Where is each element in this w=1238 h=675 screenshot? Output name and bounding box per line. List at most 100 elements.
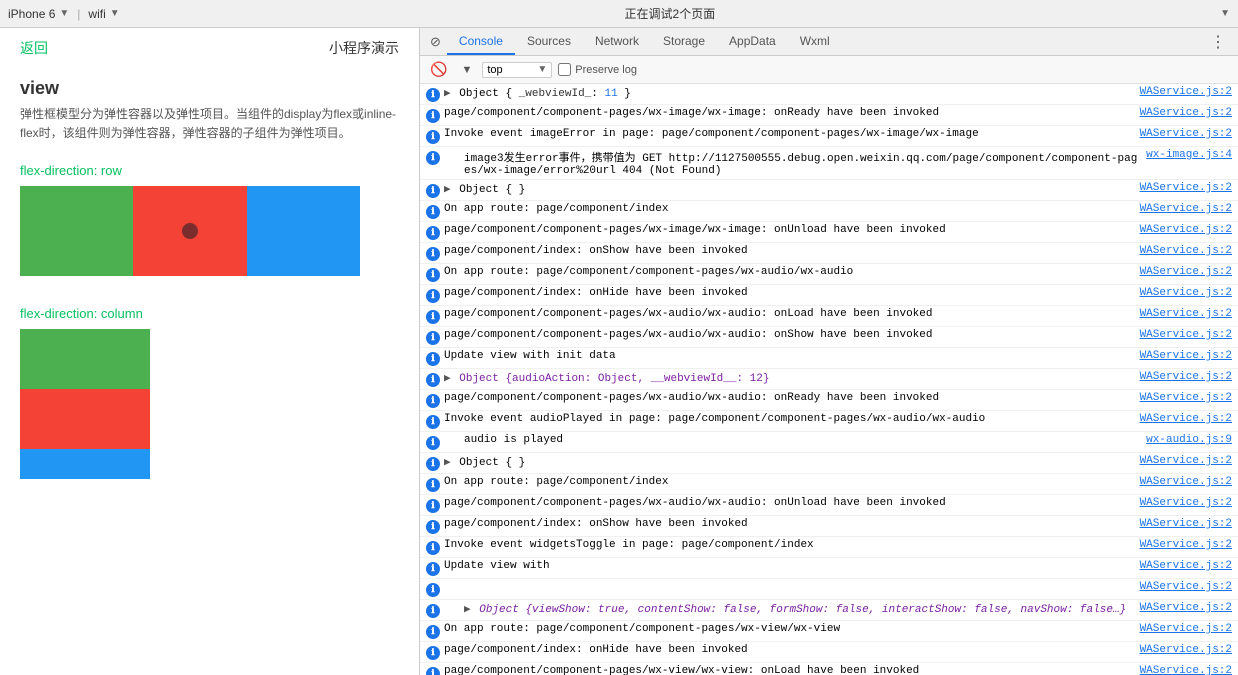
log-source-link[interactable]: WAService.js:2 (1140, 308, 1232, 320)
log-info-icon: ℹ (426, 436, 440, 450)
network-chevron[interactable]: ▼ (110, 8, 120, 19)
top-bar: iPhone 6 ▼ | wifi ▼ 正在调试2个页面 ▼ (0, 0, 1238, 28)
tab-network[interactable]: Network (583, 28, 651, 55)
log-text: audio is played (464, 434, 563, 446)
log-source-link[interactable]: WAService.js:2 (1140, 602, 1232, 614)
nav-title: 小程序演示 (329, 38, 399, 58)
log-text: Update view with (444, 560, 550, 572)
log-content: Invoke event audioPlayed in page: page/c… (444, 413, 1132, 425)
log-source-link[interactable]: WAService.js:2 (1140, 107, 1232, 119)
preserve-log-checkbox[interactable] (558, 63, 571, 76)
more-tabs-button[interactable]: ⋮ (1202, 32, 1234, 52)
log-text: page/component/index: onShow have been i… (444, 245, 748, 257)
log-content: Update view with (444, 560, 1132, 572)
expand-arrow-icon[interactable]: ▶ (444, 373, 457, 385)
log-content: Invoke event imageError in page: page/co… (444, 128, 1132, 140)
log-source-link[interactable]: WAService.js:2 (1140, 350, 1232, 362)
log-content: page/component/component-pages/wx-view/w… (444, 665, 1132, 675)
log-entry: ℹOn app route: page/component/component-… (420, 621, 1238, 642)
log-content: Invoke event widgetsToggle in page: page… (444, 539, 1132, 551)
log-source-link[interactable]: WAService.js:2 (1140, 497, 1232, 509)
log-content: ▶ Object {audioAction: Object, __webview… (444, 371, 1132, 385)
log-source-link[interactable]: WAService.js:2 (1140, 539, 1232, 551)
log-entry: ℹpage/component/index: onShow have been … (420, 516, 1238, 537)
log-source-link[interactable]: WAService.js:2 (1140, 245, 1232, 257)
log-source-link[interactable]: WAService.js:2 (1140, 455, 1232, 467)
log-text: On app route: page/component/index (444, 476, 668, 488)
log-content: Update view with init data (444, 350, 1132, 362)
tab-wxml[interactable]: Wxml (788, 28, 842, 55)
tab-appdata[interactable]: AppData (717, 28, 788, 55)
flex-col-blue (20, 449, 150, 479)
log-entry: ℹ audio is played wx-audio.js:9 (420, 432, 1238, 453)
console-toolbar: 🚫 ▼ ▼ Preserve log (420, 56, 1238, 84)
log-source-link[interactable]: WAService.js:2 (1140, 266, 1232, 278)
filter-input[interactable] (487, 64, 537, 76)
flex-box-green (20, 186, 133, 276)
log-info-icon: ℹ (426, 247, 440, 261)
log-entry: ℹpage/component/component-pages/wx-audio… (420, 495, 1238, 516)
log-text: On app route: page/component/component-p… (444, 266, 853, 278)
log-source-link[interactable]: WAService.js:2 (1140, 644, 1232, 656)
log-source-link[interactable]: WAService.js:2 (1140, 518, 1232, 530)
circle-dot (182, 223, 198, 239)
status-chevron[interactable]: ▼ (1220, 8, 1230, 19)
log-text: Update view with init data (444, 350, 616, 362)
log-source-link[interactable]: wx-image.js:4 (1146, 149, 1232, 161)
flex-col-green (20, 329, 150, 389)
log-entry: ℹOn app route: page/component/component-… (420, 264, 1238, 285)
main-layout: 返回 小程序演示 view 弹性框模型分为弹性容器以及弹性项目。当组件的disp… (0, 28, 1238, 675)
log-source-link[interactable]: WAService.js:2 (1140, 560, 1232, 572)
log-source-link[interactable]: WAService.js:2 (1140, 476, 1232, 488)
log-source-link[interactable]: WAService.js:2 (1140, 371, 1232, 383)
filter-dropdown-arrow[interactable]: ▼ (537, 64, 547, 75)
log-source-link[interactable]: WAService.js:2 (1140, 86, 1232, 98)
log-entry: ℹ page/component/index: onShow have been … (420, 243, 1238, 264)
filter-icon[interactable]: ▼ (457, 62, 476, 78)
log-source-link[interactable]: WAService.js:2 (1140, 665, 1232, 675)
flex-row-demo (20, 186, 360, 276)
tab-console[interactable]: Console (447, 28, 515, 55)
log-content: ▶ Object {viewShow: true, contentShow: f… (444, 602, 1132, 616)
block-icon[interactable]: 🚫 (426, 59, 451, 80)
log-entry: ℹpage/component/component-pages/wx-image… (420, 105, 1238, 126)
log-entry: ℹOn app route: page/component/indexWASer… (420, 201, 1238, 222)
log-source-link[interactable]: WAService.js:2 (1140, 287, 1232, 299)
nav-back[interactable]: 返回 (20, 38, 48, 58)
tab-sources[interactable]: Sources (515, 28, 583, 55)
log-source-link[interactable]: WAService.js:2 (1140, 413, 1232, 425)
log-info-icon: ℹ (426, 184, 440, 198)
log-entry: ℹUpdate view with init dataWAService.js:… (420, 348, 1238, 369)
log-text: Object { _webviewId_: 11 } (459, 88, 631, 100)
log-entry: ℹpage/component/component-pages/wx-audio… (420, 306, 1238, 327)
log-source-link[interactable]: WAService.js:2 (1140, 128, 1232, 140)
log-info-icon: ℹ (426, 415, 440, 429)
log-content: ▶ Object { _webviewId_: 11 } (444, 86, 1132, 100)
clear-console-icon[interactable]: ⊘ (424, 34, 447, 50)
flex-col-demo (20, 329, 150, 479)
expand-arrow-icon[interactable]: ▶ (444, 184, 457, 196)
device-chevron[interactable]: ▼ (59, 8, 69, 19)
log-text: page/component/component-pages/wx-audio/… (444, 497, 946, 509)
log-source-link[interactable]: WAService.js:2 (1140, 392, 1232, 404)
log-source-link[interactable]: WAService.js:2 (1140, 581, 1232, 593)
log-source-link[interactable]: WAService.js:2 (1140, 224, 1232, 236)
log-text: page/component/component-pages/wx-view/w… (444, 665, 919, 675)
log-source-link[interactable]: wx-audio.js:9 (1146, 434, 1232, 446)
log-info-icon: ℹ (426, 478, 440, 492)
expand-arrow-icon[interactable]: ▶ (464, 604, 477, 616)
log-source-link[interactable]: WAService.js:2 (1140, 182, 1232, 194)
expand-arrow-icon[interactable]: ▶ (444, 88, 457, 100)
log-source-link[interactable]: WAService.js:2 (1140, 203, 1232, 215)
log-entry: ℹ Invoke event audioPlayed in page: page/… (420, 411, 1238, 432)
log-text: page/component/index: onHide have been i… (444, 644, 748, 656)
tab-storage[interactable]: Storage (651, 28, 717, 55)
device-label: iPhone 6 (8, 7, 55, 21)
flex-col-red (20, 389, 150, 449)
log-info-icon: ℹ (426, 373, 440, 387)
log-source-link[interactable]: WAService.js:2 (1140, 623, 1232, 635)
expand-arrow-icon[interactable]: ▶ (444, 457, 457, 469)
log-source-link[interactable]: WAService.js:2 (1140, 329, 1232, 341)
console-log[interactable]: ℹ ▶ Object { _webviewId_: 11 } WAService.j… (420, 84, 1238, 675)
log-text: page/component/component-pages/wx-audio/… (444, 329, 932, 341)
